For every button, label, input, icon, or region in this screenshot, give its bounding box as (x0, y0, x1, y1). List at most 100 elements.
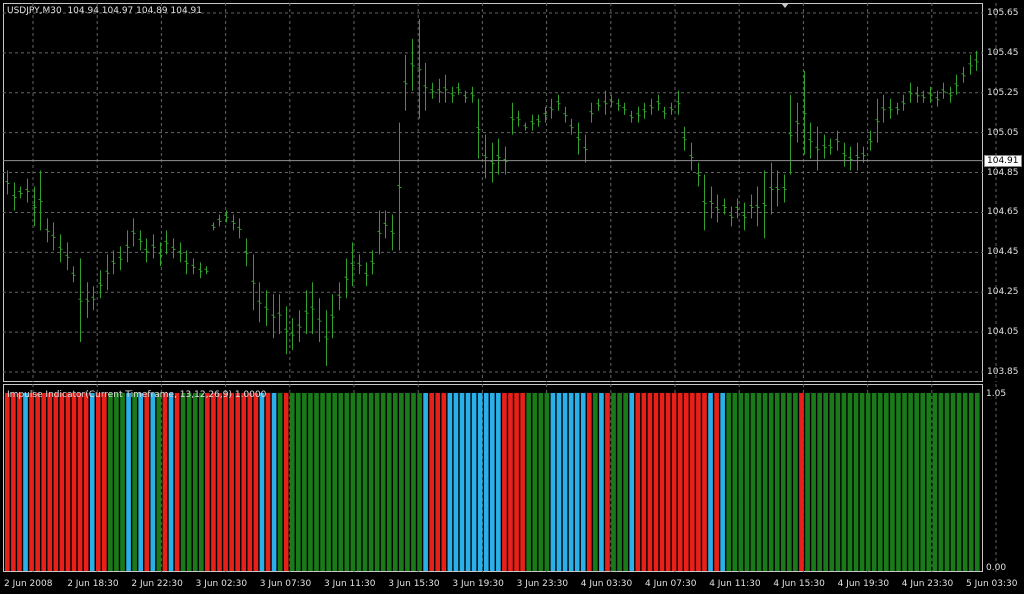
impulse-bar (514, 392, 519, 571)
impulse-bar (483, 392, 489, 571)
price-bar (516, 110, 521, 127)
price-bar (98, 270, 103, 299)
impulse-bar (156, 392, 162, 571)
price-bar (901, 94, 906, 111)
impulse-bar (235, 392, 241, 571)
price-bar (18, 186, 23, 199)
price-bar (58, 234, 63, 263)
indicator-axis-bottom: 0.00 (986, 563, 1007, 573)
price-bar (231, 214, 236, 231)
price-bar (709, 186, 714, 219)
price-bar (682, 126, 687, 151)
impulse-bar (308, 392, 313, 571)
price-bar (881, 94, 886, 123)
impulse-bar (283, 392, 289, 571)
ohlc-values: 104.94 104.97 104.89 104.91 (67, 6, 202, 16)
price-bar (696, 162, 701, 187)
impulse-bar (871, 392, 877, 571)
price-bar (71, 266, 76, 283)
price-bar (629, 110, 634, 123)
impulse-bar (186, 392, 192, 571)
impulse-bar (423, 392, 428, 571)
price-bar (443, 74, 448, 103)
time-tick-label: 3 Jun 11:30 (324, 579, 376, 589)
price-bar (954, 74, 959, 95)
price-bar (755, 186, 760, 227)
impulse-bar (192, 392, 198, 571)
impulse-bar (59, 392, 65, 571)
impulse-bar (756, 392, 762, 571)
impulse-bar (793, 392, 798, 571)
impulse-bar (780, 392, 786, 571)
price-bar (702, 174, 707, 231)
impulse-bar (853, 392, 859, 571)
impulse-bar (168, 392, 174, 571)
price-bar (622, 102, 627, 115)
price-bars (5, 18, 979, 367)
time-tick-label: 3 Jun 23:30 (516, 579, 569, 589)
impulse-bar (302, 392, 307, 571)
price-bar (184, 250, 189, 275)
impulse-bar (229, 392, 234, 571)
price-bar (822, 134, 827, 159)
price-bar (390, 214, 395, 251)
impulse-bar (508, 392, 513, 571)
impulse-bar (586, 392, 592, 571)
impulse-bar (35, 392, 40, 571)
price-bar (430, 82, 435, 99)
price-bar (383, 210, 388, 239)
impulse-bar (859, 392, 865, 571)
impulse-bar (732, 392, 738, 571)
impulse-bar (162, 392, 168, 571)
impulse-bar (890, 392, 895, 571)
price-bar (377, 210, 382, 255)
price-bar (603, 90, 608, 115)
impulse-bar (526, 392, 532, 571)
price-bar (403, 54, 408, 111)
shift-marker-icon[interactable] (781, 3, 789, 8)
price-bar (689, 142, 694, 171)
price-bar (304, 290, 309, 335)
impulse-bar (83, 392, 89, 571)
price-bar (815, 126, 820, 171)
impulse-bar (47, 392, 53, 571)
price-bar (277, 294, 282, 335)
chart-canvas[interactable] (0, 0, 1024, 594)
impulse-bar (489, 392, 495, 571)
impulse-bar (223, 392, 228, 571)
impulse-bar (471, 392, 477, 571)
impulse-bar (926, 392, 932, 571)
price-bar (762, 170, 767, 239)
impulse-bar (277, 392, 283, 571)
price-bar (204, 266, 209, 275)
impulse-bar (120, 392, 125, 571)
chart-window[interactable]: USDJPY,M30 104.94 104.97 104.89 104.91 I… (0, 0, 1024, 594)
price-bar (961, 66, 966, 83)
impulse-bar (774, 392, 780, 571)
impulse-bar (708, 392, 713, 571)
impulse-bar (5, 392, 10, 571)
impulse-bar (386, 392, 392, 571)
impulse-bar (617, 392, 622, 571)
time-tick-label: 3 Jun 02:30 (195, 579, 248, 589)
indicator-title: Impulse Indicator(Current Timeframe, 13,… (7, 390, 267, 400)
impulse-bar (126, 392, 131, 571)
price-bar (490, 142, 495, 183)
impulse-bar (817, 392, 822, 571)
price-bar (437, 78, 442, 103)
impulse-bar (702, 392, 707, 571)
price-bar (941, 82, 946, 99)
impulse-bar (696, 392, 701, 571)
impulse-bar (835, 392, 841, 571)
current-price-tag: 104.91 (984, 155, 1022, 167)
impulse-bar (53, 392, 59, 571)
price-bar (297, 310, 302, 343)
price-bar (742, 202, 747, 231)
impulse-bar (265, 392, 271, 571)
price-bar (530, 114, 535, 131)
price-bar (476, 98, 481, 159)
impulse-bar (29, 392, 34, 571)
impulse-bar (453, 392, 459, 571)
impulse-bar (101, 392, 107, 571)
price-bar (775, 170, 780, 207)
